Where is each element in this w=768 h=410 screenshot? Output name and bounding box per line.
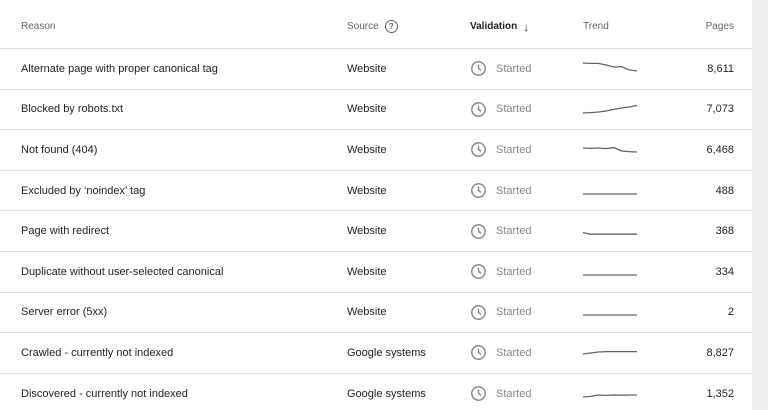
table-row[interactable]: Blocked by robots.txt Website Started 7,073 [0, 90, 752, 131]
validation-status: Started [496, 387, 532, 400]
clock-icon [471, 264, 486, 280]
trend-sparkline [583, 232, 637, 236]
clock-icon [471, 61, 486, 77]
table-row[interactable]: Not found (404) Website Started 6,468 [0, 130, 752, 171]
clock-icon [471, 223, 486, 239]
trend-cell [583, 333, 643, 373]
validation-cell: Started [470, 252, 575, 292]
trend-sparkline [583, 146, 637, 153]
column-header-reason[interactable]: Reason [21, 5, 341, 48]
validation-status: Started [496, 103, 532, 116]
reason-cell: Page with redirect [21, 225, 110, 238]
trend-sparkline [583, 192, 637, 195]
pages-cell: 7,073 [706, 103, 734, 116]
pages-cell: 334 [715, 265, 734, 278]
table-row[interactable]: Excluded by ‘noindex’ tag Website Started 4… [0, 171, 752, 212]
reason-cell: Crawled - currently not indexed [21, 346, 174, 359]
trend-sparkline [583, 393, 637, 398]
validation-status: Started [496, 346, 532, 359]
source-cell: Google systems [347, 346, 426, 359]
validation-status: Started [496, 225, 532, 238]
table-row[interactable]: Alternate page with proper canonical tag… [0, 49, 752, 90]
trend-cell [583, 49, 643, 89]
table-row[interactable]: Crawled - currently not indexed Google sy… [0, 333, 752, 374]
table-row[interactable]: Discovered - currently not indexed Google… [0, 374, 752, 410]
pages-cell: 1,352 [706, 387, 734, 400]
validation-cell: Started [470, 293, 575, 333]
trend-sparkline [583, 314, 637, 317]
trend-sparkline [583, 350, 637, 355]
trend-cell [583, 171, 643, 211]
trend-line [583, 232, 637, 236]
pages-cell: 8,827 [706, 346, 734, 359]
reason-cell: Blocked by robots.txt [21, 103, 124, 116]
clock-icon [471, 304, 486, 320]
source-cell: Website [347, 62, 387, 75]
trend-sparkline [583, 274, 637, 276]
table-row[interactable]: Duplicate without user-selected canonica… [0, 252, 752, 293]
validation-status: Started [496, 62, 532, 75]
trend-line [583, 146, 637, 153]
validation-cell: Started [470, 130, 575, 170]
table-row[interactable]: Server error (5xx) Website Started 2 [0, 293, 752, 334]
column-header-validation[interactable]: Validation ↓ [470, 5, 575, 48]
reason-cell: Duplicate without user-selected canonica… [21, 265, 224, 278]
issues-table: Reason Source ? Validation ↓ Trend Pages… [0, 0, 752, 410]
sort-arrow-down-icon[interactable]: ↓ [523, 20, 529, 34]
source-cell: Website [347, 225, 387, 238]
trend-sparkline [583, 62, 637, 72]
column-header-source[interactable]: Source ? [347, 5, 462, 48]
scrollbar[interactable] [752, 0, 768, 410]
reason-cell: Excluded by ‘noindex’ tag [21, 184, 146, 197]
clock-icon [471, 386, 486, 402]
validation-status: Started [496, 306, 532, 319]
help-icon[interactable]: ? [384, 20, 398, 33]
clock-icon [471, 183, 486, 199]
validation-cell: Started [470, 333, 575, 373]
validation-status: Started [496, 184, 532, 197]
validation-cell: Started [470, 49, 575, 89]
reason-cell: Discovered - currently not indexed [21, 387, 188, 400]
pages-cell: 368 [715, 225, 734, 238]
source-cell: Website [347, 143, 387, 156]
validation-cell: Started [470, 171, 575, 211]
reason-cell: Alternate page with proper canonical tag [21, 62, 218, 75]
trend-sparkline [583, 105, 637, 115]
trend-cell [583, 293, 643, 333]
clock-icon [471, 101, 486, 117]
table-row[interactable]: Page with redirect Website Started 368 [0, 211, 752, 252]
trend-cell [583, 374, 643, 410]
clock-icon [471, 345, 486, 361]
source-label: Source [347, 21, 379, 32]
clock-icon [471, 142, 486, 158]
column-header-pages[interactable]: Pages [650, 5, 734, 48]
pages-cell: 6,468 [706, 143, 734, 156]
source-cell: Website [347, 103, 387, 116]
column-header-trend: Trend [583, 21, 609, 32]
validation-cell: Started [470, 211, 575, 251]
trend-line [583, 105, 637, 115]
validation-status: Started [496, 265, 532, 278]
source-cell: Google systems [347, 387, 426, 400]
source-cell: Website [347, 265, 387, 278]
validation-label: Validation [470, 21, 518, 32]
source-cell: Website [347, 184, 387, 197]
validation-status: Started [496, 143, 532, 156]
reason-cell: Not found (404) [21, 143, 98, 156]
validation-cell: Started [470, 374, 575, 410]
trend-line [583, 62, 637, 72]
reason-cell: Server error (5xx) [21, 306, 108, 319]
pages-cell: 488 [715, 184, 734, 197]
source-cell: Website [347, 306, 387, 319]
table-header: Reason Source ? Validation ↓ Trend Pages [0, 5, 752, 49]
pages-cell: 8,611 [707, 62, 734, 75]
trend-line [583, 393, 637, 398]
trend-cell [583, 211, 643, 251]
trend-cell [583, 252, 643, 292]
trend-cell [583, 90, 643, 130]
trend-cell [583, 130, 643, 170]
validation-cell: Started [470, 90, 575, 130]
pages-cell: 2 [727, 306, 734, 319]
trend-line [583, 350, 637, 355]
